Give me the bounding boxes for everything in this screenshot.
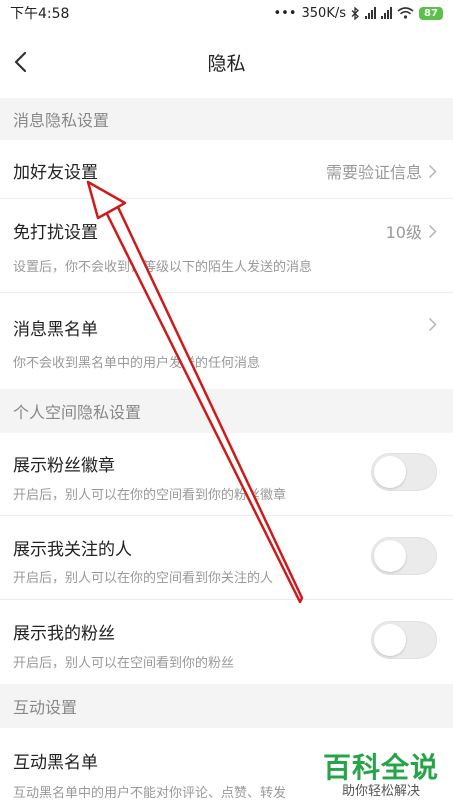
watermark-sub: 助你轻松解决 xyxy=(341,784,420,799)
chevron-right-icon xyxy=(428,224,437,238)
following-toggle[interactable] xyxy=(371,537,437,575)
chevron-left-icon[interactable] xyxy=(10,48,34,76)
row-title: 免打扰设置 xyxy=(13,223,98,243)
row-title: 消息黑名单 xyxy=(13,320,98,340)
row-title: 加好友设置 xyxy=(13,163,98,183)
following-row: 展示我关注的人 开启后，别人可以在你的空间看到你关注的人 xyxy=(0,516,453,599)
chevron-right-icon xyxy=(428,164,437,178)
status-time: 下午4:58 xyxy=(10,6,70,22)
fan-badge-row: 展示粉丝徽章 开启后，别人可以在你的空间看到你的粉丝徽章 xyxy=(0,433,453,515)
add-friend-setting-row[interactable]: 加好友设置 需要验证信息 xyxy=(0,140,453,198)
section-header-label: 消息隐私设置 xyxy=(13,111,110,130)
toggle-knob xyxy=(374,540,406,572)
do-not-disturb-value: 10级 xyxy=(385,223,422,242)
chevron-right-icon xyxy=(428,317,437,332)
add-friend-value: 需要验证信息 xyxy=(325,163,422,182)
row-description: 开启后，别人可以在你的空间看到你的粉丝徽章 xyxy=(13,488,287,503)
section-header-label: 互动设置 xyxy=(13,698,78,717)
signal-icon-2 xyxy=(381,7,392,19)
nav-bar: 隐私 xyxy=(0,26,453,98)
row-title: 展示粉丝徽章 xyxy=(13,456,115,476)
battery-icon: 87 xyxy=(419,6,443,20)
page-title: 隐私 xyxy=(207,52,246,75)
signal-icon xyxy=(365,7,376,19)
row-value: 10级 xyxy=(386,219,437,243)
row-description: 你不会收到黑名单中的用户发送的任何消息 xyxy=(13,356,261,371)
do-not-disturb-row[interactable]: 免打扰设置 10级 设置后，你不会收到该等级以下的陌生人发送的消息 xyxy=(0,199,453,292)
toggle-knob xyxy=(374,456,406,488)
bluetooth-icon xyxy=(351,6,359,20)
network-speed: 350K/s xyxy=(301,5,347,21)
row-description: 开启后，别人可以在你的空间看到你关注的人 xyxy=(13,571,274,586)
row-value: 需要验证信息 xyxy=(326,159,437,183)
row-description: 互动黑名单中的用户不能对你评论、点赞、转发 xyxy=(13,786,287,801)
toggle-knob xyxy=(374,624,406,656)
section-header-message-privacy: 消息隐私设置 xyxy=(0,98,453,140)
notification-dots-icon: ••• xyxy=(273,5,297,21)
row-description: 设置后，你不会收到该等级以下的陌生人发送的消息 xyxy=(13,260,313,275)
row-title: 互动黑名单 xyxy=(13,753,98,773)
fan-badge-toggle[interactable] xyxy=(371,453,437,491)
section-header-interaction: 互动设置 xyxy=(0,684,453,728)
message-blacklist-row[interactable]: 消息黑名单 你不会收到黑名单中的用户发送的任何消息 xyxy=(0,293,453,389)
watermark-main: 百科全说 xyxy=(322,751,439,784)
watermark-logo: 百科全说 助你轻松解决 xyxy=(323,752,439,800)
row-description: 开启后，别人可以在空间看到你的粉丝 xyxy=(13,656,235,671)
status-icons: ••• 350K/s 87 xyxy=(273,6,443,21)
status-bar: 下午4:58 ••• 350K/s 87 xyxy=(0,0,453,26)
section-header-label: 个人空间隐私设置 xyxy=(13,403,142,422)
wifi-icon xyxy=(397,7,414,19)
row-title: 展示我关注的人 xyxy=(13,540,132,560)
row-title: 展示我的粉丝 xyxy=(13,624,115,644)
row-value xyxy=(428,317,437,332)
fans-row: 展示我的粉丝 开启后，别人可以在空间看到你的粉丝 xyxy=(0,600,453,684)
section-header-personal-space: 个人空间隐私设置 xyxy=(0,389,453,433)
fans-toggle[interactable] xyxy=(371,621,437,659)
